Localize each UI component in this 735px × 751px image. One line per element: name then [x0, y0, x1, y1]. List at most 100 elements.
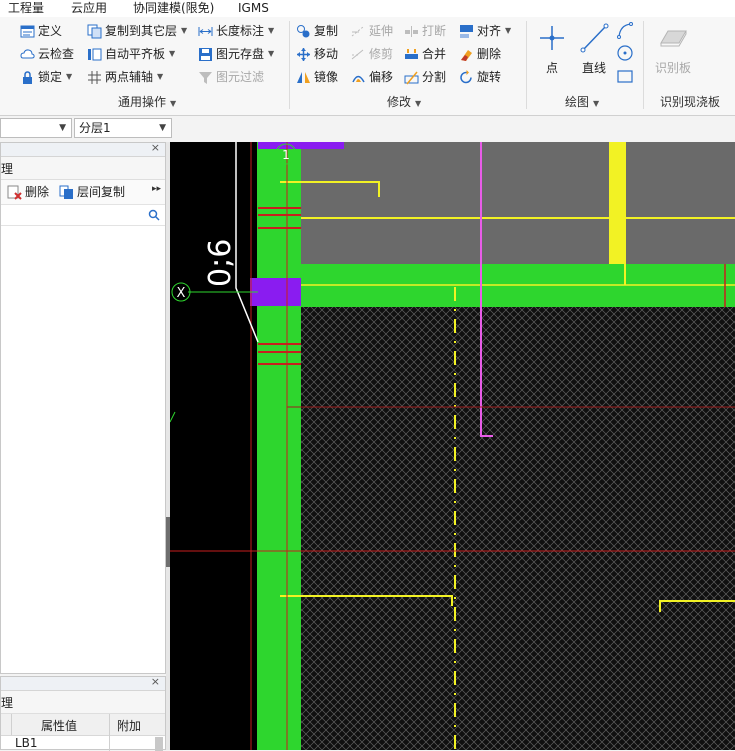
copy-layer-icon [87, 24, 102, 39]
props-table-header: 属性值 附加 [1, 714, 165, 736]
column-header-extra: 附加 [117, 719, 142, 733]
more-options-icon[interactable]: ▸▸ [152, 184, 161, 194]
scrollbar-thumb[interactable] [155, 737, 163, 751]
line-icon [580, 23, 609, 53]
rotate-icon [459, 69, 474, 85]
cloud-check-button[interactable]: 云检查 [20, 44, 74, 64]
extend-button[interactable]: 延伸 [351, 21, 393, 41]
green-axis-line [170, 411, 176, 423]
axis-label-x: X [177, 286, 186, 301]
dimension-text: 0;6 [203, 239, 238, 287]
menu-item-quantity[interactable]: 工程量 [8, 0, 44, 17]
rectangle-icon [617, 70, 633, 83]
menu-bar: 工程量 云应用 协同建模(限免) IGMS [0, 0, 735, 17]
property-value[interactable]: LB1 [15, 736, 38, 750]
break-button[interactable]: 打断 [404, 21, 446, 41]
column-divider [109, 735, 110, 751]
mirror-icon [296, 70, 311, 85]
copy-layers-icon [59, 185, 74, 200]
rectangle-button[interactable] [616, 67, 634, 85]
search-input[interactable] [1, 205, 165, 226]
save-element-button[interactable]: 图元存盘 ▼ [198, 44, 274, 64]
align-button[interactable]: 对齐 ▼ [459, 21, 511, 41]
element-filter-button[interactable]: 图元过滤 [198, 67, 264, 87]
panel-tab[interactable]: 理 [1, 160, 13, 177]
drawing-canvas[interactable]: X 1 0;6 [170, 142, 735, 750]
chevron-down-icon: ▼ [268, 26, 275, 35]
close-icon[interactable]: × [151, 675, 160, 688]
copy-button[interactable]: 复制 [296, 21, 338, 41]
beam-left-green [257, 142, 301, 750]
panel-header: × [1, 141, 165, 157]
merge-icon [404, 47, 419, 62]
axis-label-1: 1 [282, 148, 290, 162]
panel-tabs: 理 [1, 691, 165, 714]
panel-tab[interactable]: 理 [1, 694, 13, 711]
lock-icon [20, 70, 35, 85]
length-mark-button[interactable]: 长度标注 ▼ [198, 21, 274, 41]
auto-flat-slab-button[interactable]: 自动平齐板 ▼ [87, 44, 175, 64]
point-icon [540, 26, 564, 50]
layer-combo[interactable]: 分层1 ▼ [74, 118, 172, 138]
circle-button[interactable] [616, 44, 634, 62]
identify-slab-button[interactable]: 识别板 [650, 25, 696, 81]
arc-icon [617, 22, 633, 39]
menu-item-cloud[interactable]: 云应用 [71, 0, 107, 17]
group-title-draw: 绘图 ▼ [565, 95, 600, 109]
line-button[interactable]: 直线 [576, 23, 612, 79]
offset-icon [351, 70, 366, 85]
menu-item-igms[interactable]: IGMS [238, 0, 269, 17]
trim-icon [351, 47, 366, 62]
chevron-down-icon: ▼ [505, 26, 512, 35]
arc-button[interactable] [616, 21, 634, 39]
column-divider [11, 714, 12, 735]
floor-combo[interactable]: ▼ [0, 118, 72, 138]
eraser-icon [459, 47, 474, 62]
delete-icon [7, 185, 22, 200]
copy-between-layers-button[interactable]: 层间复制 [59, 182, 125, 202]
chevron-down-icon: ▼ [268, 49, 275, 58]
break-icon [404, 24, 419, 39]
define-icon [20, 24, 35, 39]
group-title-general: 通用操作 ▼ [118, 95, 177, 109]
two-point-axis-button[interactable]: 两点辅轴 ▼ [87, 67, 163, 87]
chevron-down-icon: ▼ [66, 72, 73, 81]
save-icon [198, 47, 213, 62]
panel-header: × [1, 675, 165, 691]
column-divider [109, 714, 110, 735]
move-button[interactable]: 移动 [296, 44, 338, 64]
grey-slab [301, 142, 735, 264]
chevron-down-icon: ▼ [157, 72, 164, 81]
cad-drawing: X 1 0;6 [170, 142, 735, 750]
define-button[interactable]: 定义 [20, 21, 62, 41]
panel-tabs: 理 [1, 157, 165, 180]
ribbon: 定义 云检查 锁定 ▼ 复制到其它层 ▼ 自动平齐板 ▼ 两点辅轴 ▼ 长度标注 ▼ 图元… [0, 17, 735, 116]
search-icon [148, 209, 160, 221]
lock-button[interactable]: 锁定 ▼ [20, 67, 72, 87]
rotate-button[interactable]: 旋转 [459, 67, 501, 87]
group-divider [289, 21, 290, 109]
trim-button[interactable]: 修剪 [351, 44, 393, 64]
filter-icon [198, 70, 213, 85]
mirror-button[interactable]: 镜像 [296, 67, 338, 87]
table-row[interactable]: LB1 [1, 735, 165, 751]
delete-component-button[interactable]: 删除 [7, 182, 49, 202]
component-list-panel: × 理 删除 层间复制 ▸▸ [0, 141, 166, 674]
chevron-down-icon: ▼ [169, 49, 176, 58]
slab-hatch-region [301, 307, 735, 750]
column-header-value: 属性值 [41, 719, 78, 733]
group-title-identify: 识别现浇板 [660, 95, 721, 109]
point-button[interactable]: 点 [534, 23, 570, 79]
copy-to-layer-button[interactable]: 复制到其它层 ▼ [87, 21, 187, 41]
properties-panel: × 理 属性值 附加 LB1 [0, 675, 166, 751]
align-icon [459, 24, 474, 39]
close-icon[interactable]: × [151, 141, 160, 154]
merge-button[interactable]: 合并 [404, 44, 446, 64]
menu-item-collab[interactable]: 协同建模(限免) [133, 0, 214, 17]
chevron-down-icon: ▼ [59, 123, 66, 133]
offset-button[interactable]: 偏移 [351, 67, 393, 87]
circle-icon [617, 45, 633, 61]
delete-button[interactable]: 删除 [459, 44, 501, 64]
split-button[interactable]: 分割 [404, 67, 446, 87]
chevron-down-icon: ▼ [181, 26, 188, 35]
